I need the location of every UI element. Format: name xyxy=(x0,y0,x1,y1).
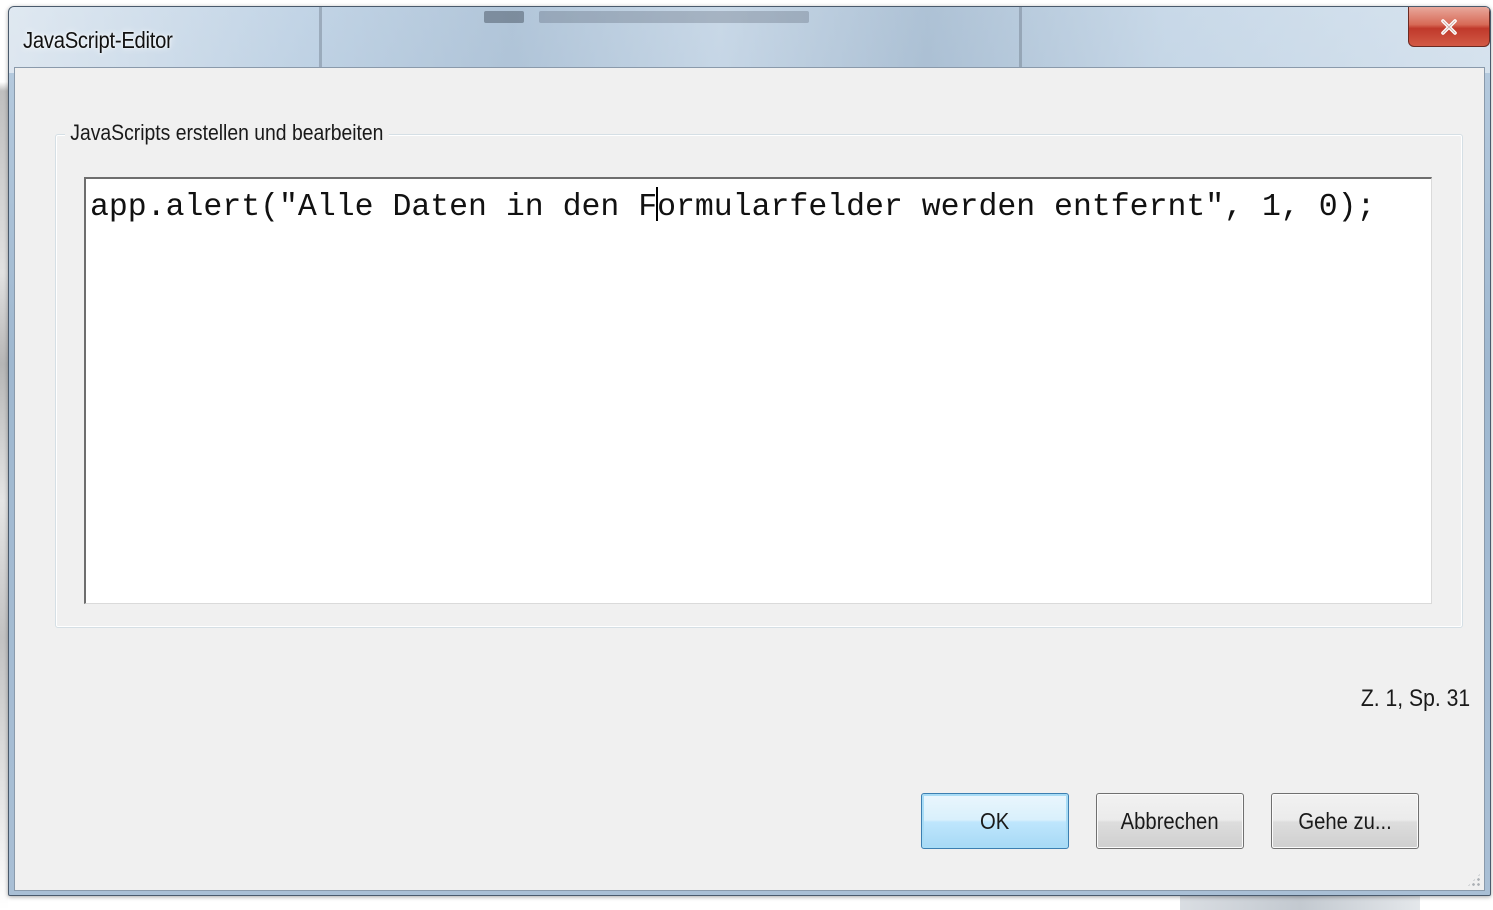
cancel-button[interactable]: Abbrechen xyxy=(1096,793,1244,849)
dialog-client-area: JavaScripts erstellen und bearbeiten app… xyxy=(14,67,1485,891)
code-text-after-caret: ormularfelder werden entfernt", 1, 0); xyxy=(657,190,1376,225)
code-editor[interactable]: app.alert("Alle Daten in den Formularfel… xyxy=(84,177,1432,604)
background-window-fragment xyxy=(1180,894,1420,910)
ok-button[interactable]: OK xyxy=(921,793,1069,849)
window-title: JavaScript-Editor xyxy=(23,27,173,53)
glass-artifact xyxy=(1019,7,1022,67)
resize-grip-icon[interactable] xyxy=(1466,872,1482,888)
javascript-editor-dialog: JavaScript-Editor JavaScripts erstellen … xyxy=(8,6,1491,896)
cancel-button-label: Abbrechen xyxy=(1121,807,1219,834)
cursor-position-indicator: Z. 1, Sp. 31 xyxy=(1360,685,1470,712)
ok-button-label: OK xyxy=(980,807,1010,834)
code-text-before-caret: app.alert("Alle Daten in den F xyxy=(90,190,658,225)
groupbox-label: JavaScripts erstellen und bearbeiten xyxy=(65,120,389,146)
goto-button-label: Gehe zu... xyxy=(1298,807,1392,834)
background-window-edge xyxy=(0,0,8,910)
close-button[interactable] xyxy=(1408,7,1490,47)
glass-artifact xyxy=(484,11,524,23)
glass-artifact xyxy=(539,11,809,23)
glass-artifact xyxy=(319,7,322,67)
title-bar[interactable]: JavaScript-Editor xyxy=(9,7,1490,73)
close-icon xyxy=(1441,18,1457,35)
goto-button[interactable]: Gehe zu... xyxy=(1271,793,1419,849)
